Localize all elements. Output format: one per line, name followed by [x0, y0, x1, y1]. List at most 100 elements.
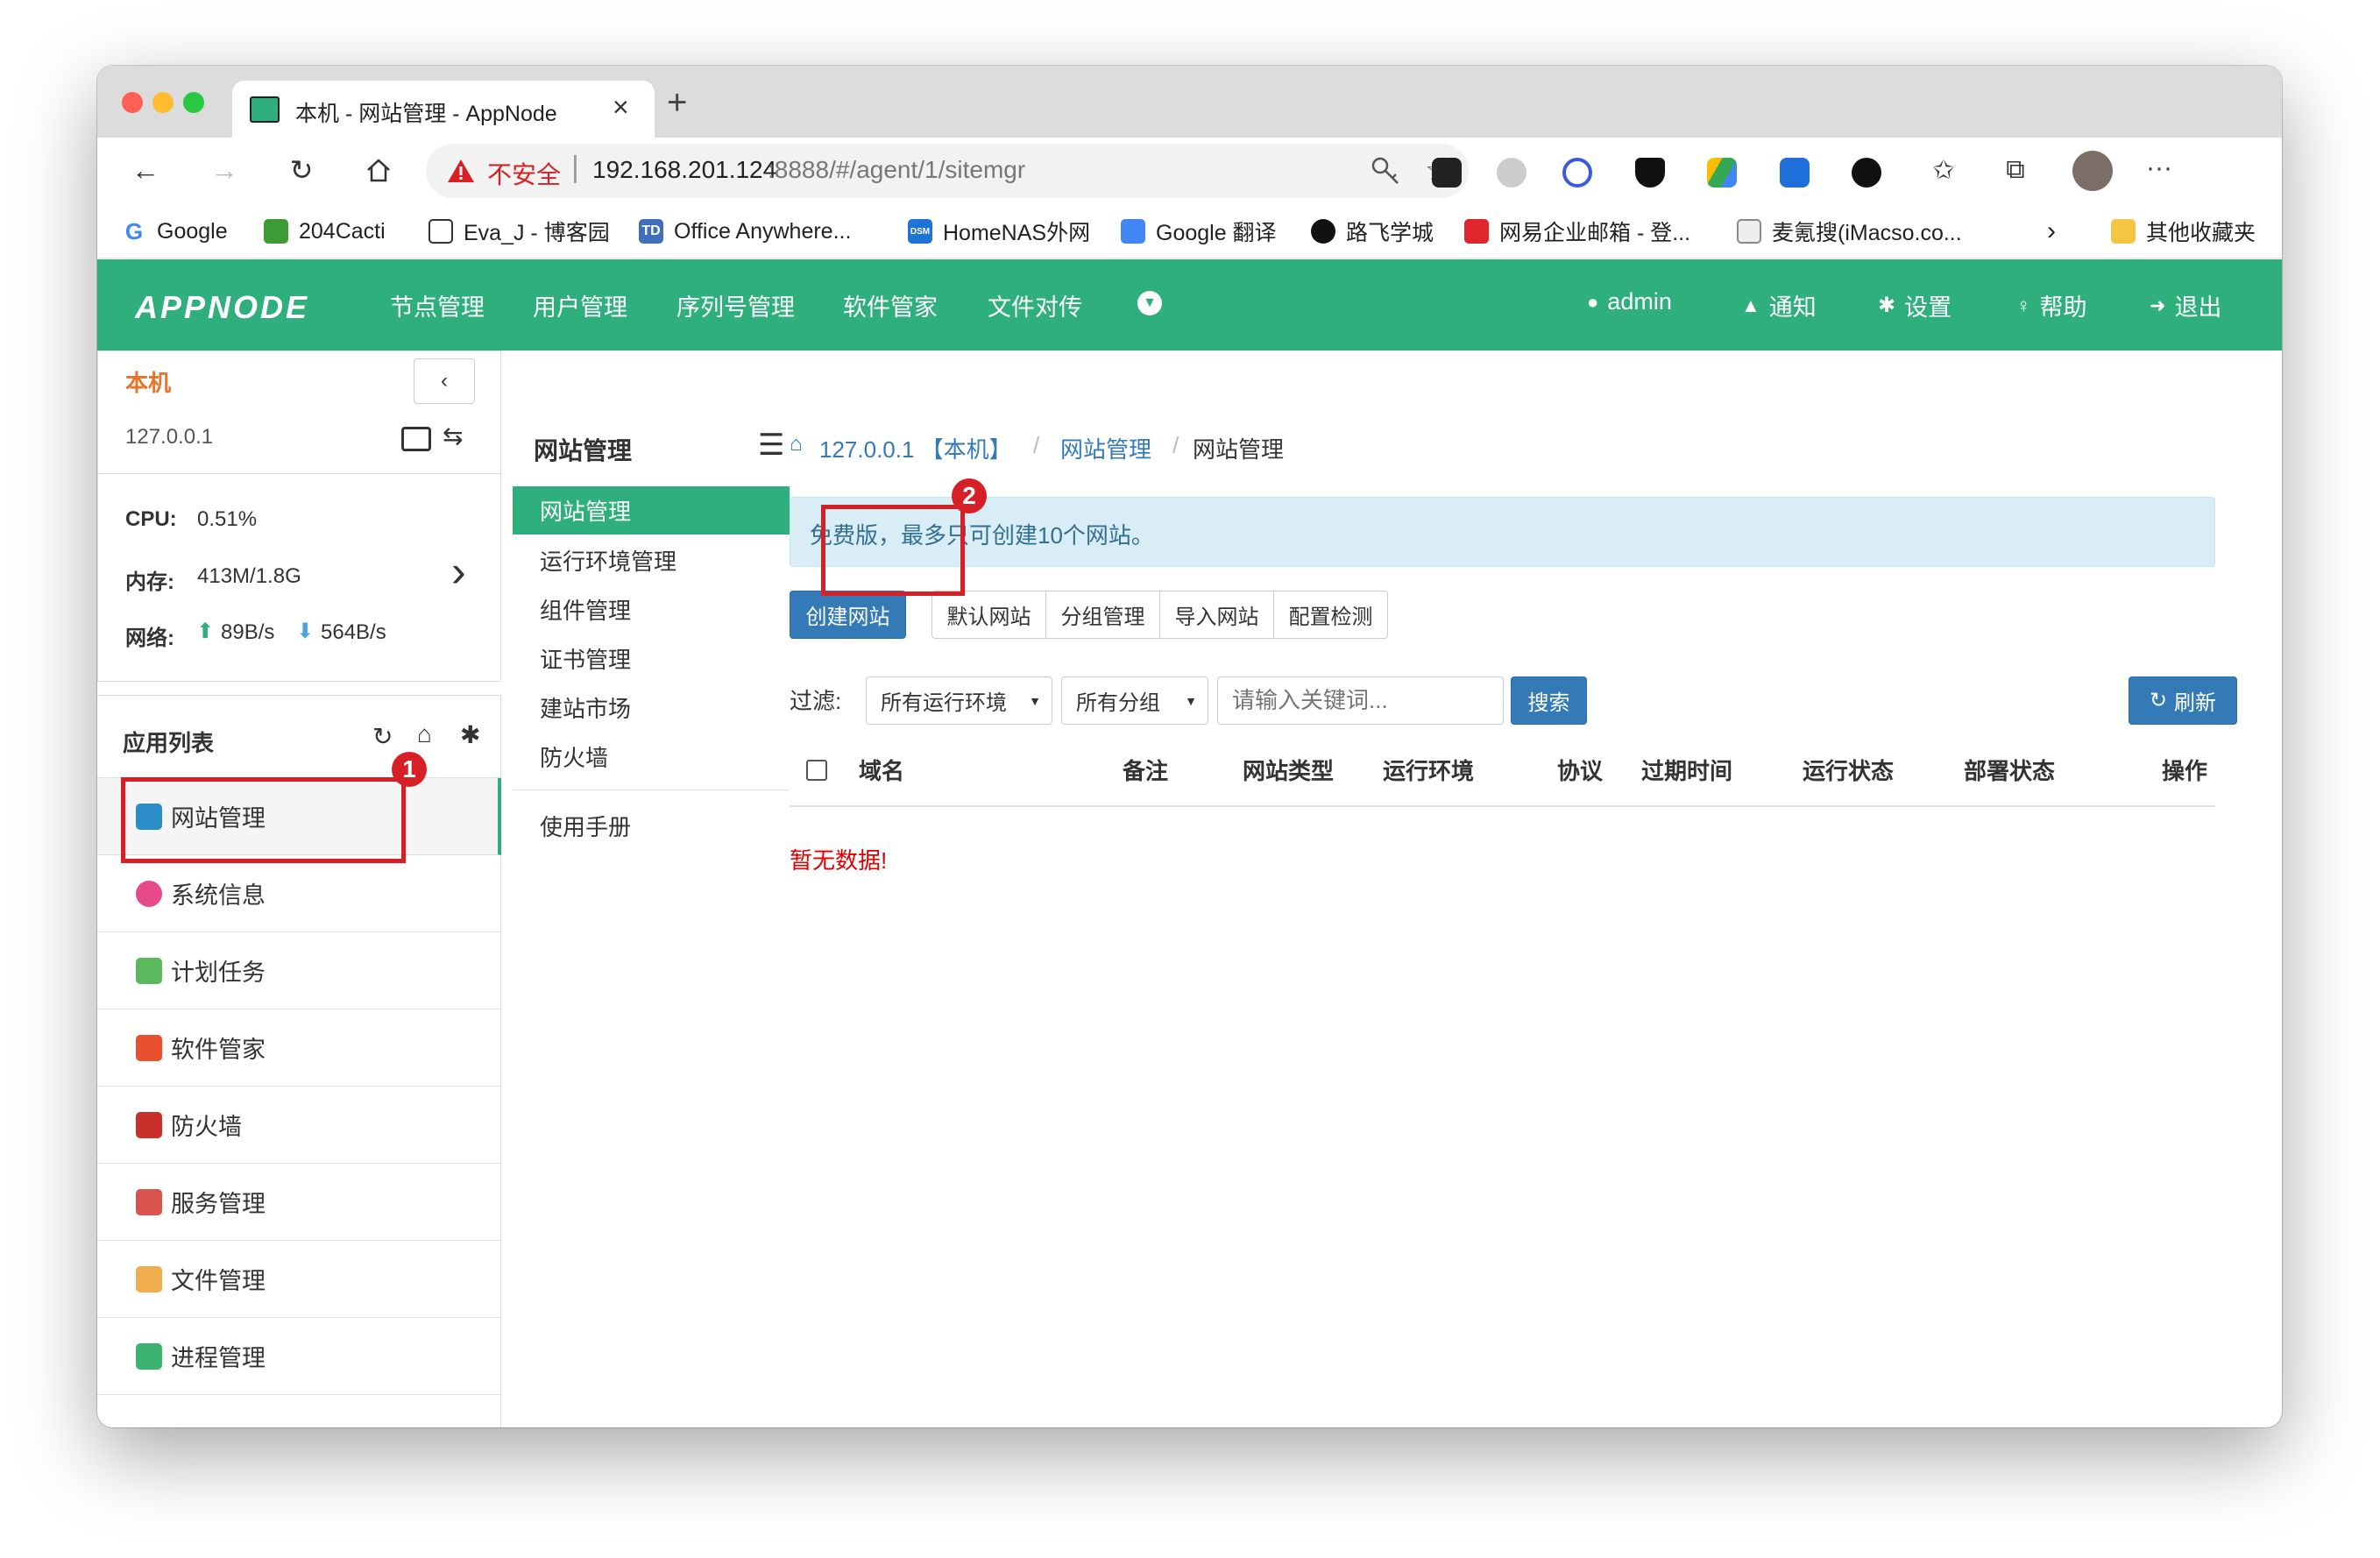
bookmark-204cacti[interactable]: 204Cacti [264, 216, 386, 246]
software-manager-icon [136, 1034, 162, 1061]
favorites-icon[interactable]: ✩ [1923, 150, 1964, 190]
close-window-button[interactable] [122, 92, 143, 113]
select-all-checkbox[interactable] [806, 760, 827, 781]
runtime-env-select[interactable]: 所有运行环境 ▼ [866, 676, 1052, 725]
column-header-protocol[interactable]: 协议 [1557, 754, 1603, 786]
app-item-system-info[interactable]: 系统信息 [97, 855, 501, 932]
hamburger-menu-icon[interactable]: ☰ [758, 428, 784, 463]
submenu-item-components[interactable]: 组件管理 [513, 585, 790, 634]
search-input[interactable] [1217, 676, 1504, 725]
submenu-item-site-market[interactable]: 建站市场 [513, 683, 790, 732]
submenu-item-sites[interactable]: 网站管理 [513, 486, 790, 535]
column-header-runtime[interactable]: 运行环境 [1383, 754, 1474, 786]
upload-arrow-icon: ⬆ [196, 620, 215, 643]
column-header-site-type[interactable]: 网站类型 [1243, 754, 1334, 786]
new-tab-button[interactable]: + [667, 83, 687, 123]
browser-tab[interactable]: 本机 - 网站管理 - AppNode × [232, 81, 655, 138]
group-select[interactable]: 所有分组 ▼ [1061, 676, 1208, 725]
key-icon[interactable] [1371, 156, 1400, 186]
nav-help[interactable]: ♀ 帮助 [2016, 288, 2087, 322]
column-header-expiry[interactable]: 过期时间 [1641, 754, 1732, 786]
bookmark-label: 麦氪搜(iMacso.co... [1772, 221, 1962, 245]
minimize-window-button[interactable] [152, 92, 174, 113]
app-item-file-management[interactable]: 文件管理 [97, 1241, 501, 1318]
collections-icon[interactable]: ⧉ [1995, 150, 2036, 190]
nav-node-management[interactable]: 节点管理 [390, 288, 485, 322]
empty-table-message: 暂无数据! [790, 847, 888, 874]
submenu-item-firewall[interactable]: 防火墙 [513, 733, 790, 781]
extension-2-icon[interactable] [1497, 158, 1526, 188]
import-site-button[interactable]: 导入网站 [1159, 591, 1274, 639]
extension-1-icon[interactable] [1432, 158, 1462, 188]
forward-icon[interactable]: → [204, 150, 244, 190]
breadcrumb-node[interactable]: 127.0.0.1 【本机】 [819, 432, 1012, 464]
refresh-button[interactable]: ↻ 刷新 [2129, 676, 2237, 725]
bookmarks-overflow-chevron-icon[interactable]: › [2047, 216, 2056, 246]
bookmark-office-anywhere[interactable]: TD Office Anywhere... [639, 216, 851, 246]
app-item-firewall[interactable]: 防火墙 [97, 1087, 501, 1164]
app-item-service-management[interactable]: 服务管理 [97, 1164, 501, 1241]
submenu-item-certificates[interactable]: 证书管理 [513, 634, 790, 683]
nav-software-manager[interactable]: 软件管家 [843, 288, 938, 322]
network-label: 网络: [125, 627, 174, 650]
home-applist-icon[interactable]: ⌂ [417, 720, 432, 748]
nav-logout[interactable]: ➜ 退出 [2150, 288, 2221, 322]
app-item-process-management[interactable]: 进程管理 [97, 1318, 501, 1395]
column-header-domain[interactable]: 域名 [859, 754, 904, 786]
breadcrumb-home-icon[interactable]: ⌂ [790, 432, 803, 457]
config-check-button[interactable]: 配置检测 [1273, 591, 1388, 639]
nav-serial-management[interactable]: 序列号管理 [676, 288, 795, 322]
home-icon[interactable] [358, 150, 399, 190]
bookmark-label: 网易企业邮箱 - 登... [1499, 221, 1691, 245]
profile-avatar[interactable] [2072, 151, 2113, 191]
submenu-item-runtime[interactable]: 运行环境管理 [513, 536, 790, 584]
create-site-button[interactable]: 创建网站 [790, 591, 906, 639]
column-header-run-status[interactable]: 运行状态 [1803, 754, 1894, 786]
more-nav-chevron-icon[interactable]: ▼ [1137, 291, 1162, 315]
search-button[interactable]: 搜索 [1511, 676, 1587, 725]
column-header-remark[interactable]: 备注 [1123, 754, 1168, 786]
shield-extension-icon[interactable] [1635, 158, 1665, 188]
extension-6-icon[interactable] [1780, 158, 1810, 188]
address-bar[interactable]: 不安全 | 192.168.201.124 :8888/#/agent/1/si… [426, 144, 1469, 198]
settings-applist-icon[interactable]: ✱ [460, 720, 480, 749]
bookmark-google[interactable]: G Google [122, 216, 228, 246]
bookmark-other-folder[interactable]: 其他收藏夹 [2111, 216, 2256, 246]
app-item-software-manager[interactable]: 软件管家 [97, 1009, 501, 1087]
group-management-button[interactable]: 分组管理 [1045, 591, 1160, 639]
bookmark-netease-mail[interactable]: 网易企业邮箱 - 登... [1464, 216, 1690, 246]
appnode-logo[interactable]: APPNODE [135, 289, 309, 326]
submenu-item-manual[interactable]: 使用手册 [513, 802, 790, 850]
extension-7-icon[interactable] [1852, 158, 1881, 188]
nav-user-admin[interactable]: ● admin [1587, 288, 1672, 315]
column-header-deploy-status[interactable]: 部署状态 [1964, 754, 2055, 786]
drive-extension-icon[interactable] [1707, 158, 1737, 188]
bookmark-label: 其他收藏夹 [2146, 221, 2256, 245]
switch-node-icon[interactable]: ⇆ [443, 421, 463, 450]
expand-stats-chevron-icon[interactable]: › [451, 546, 466, 597]
extension-3-icon[interactable] [1562, 158, 1592, 188]
nav-notifications[interactable]: ▲ 通知 [1741, 288, 1817, 322]
refresh-applist-icon[interactable]: ↻ [372, 722, 393, 751]
reload-icon[interactable]: ↻ [281, 150, 322, 190]
bookmark-eva-j[interactable]: Eva_J - 博客园 [429, 216, 610, 246]
node-name[interactable]: 本机 [125, 365, 171, 398]
nav-settings[interactable]: ✱ 设置 [1878, 288, 1951, 322]
more-menu-icon[interactable]: ··· [2146, 153, 2172, 183]
default-site-button[interactable]: 默认网站 [931, 591, 1046, 639]
back-icon[interactable]: ← [125, 150, 166, 190]
nav-file-transfer[interactable]: 文件对传 [988, 288, 1082, 322]
app-item-label: 计划任务 [171, 960, 266, 986]
bookmark-google-translate[interactable]: Google 翻译 [1121, 216, 1277, 246]
breadcrumb-section[interactable]: 网站管理 [1060, 432, 1151, 464]
collapse-sidebar-chevron-icon[interactable]: ‹ [414, 358, 475, 404]
memory-label: 内存: [125, 570, 174, 594]
terminal-icon[interactable] [401, 427, 431, 451]
nav-user-management[interactable]: 用户管理 [533, 288, 627, 322]
bookmark-luffy[interactable]: 路飞学城 [1311, 216, 1434, 246]
bookmark-homenas[interactable]: DSM HomeNAS外网 [908, 216, 1090, 246]
close-tab-icon[interactable]: × [613, 91, 629, 124]
bookmark-imacso[interactable]: 麦氪搜(iMacso.co... [1737, 216, 1962, 246]
zoom-window-button[interactable] [183, 92, 204, 113]
app-item-scheduled-tasks[interactable]: 计划任务 [97, 932, 501, 1009]
